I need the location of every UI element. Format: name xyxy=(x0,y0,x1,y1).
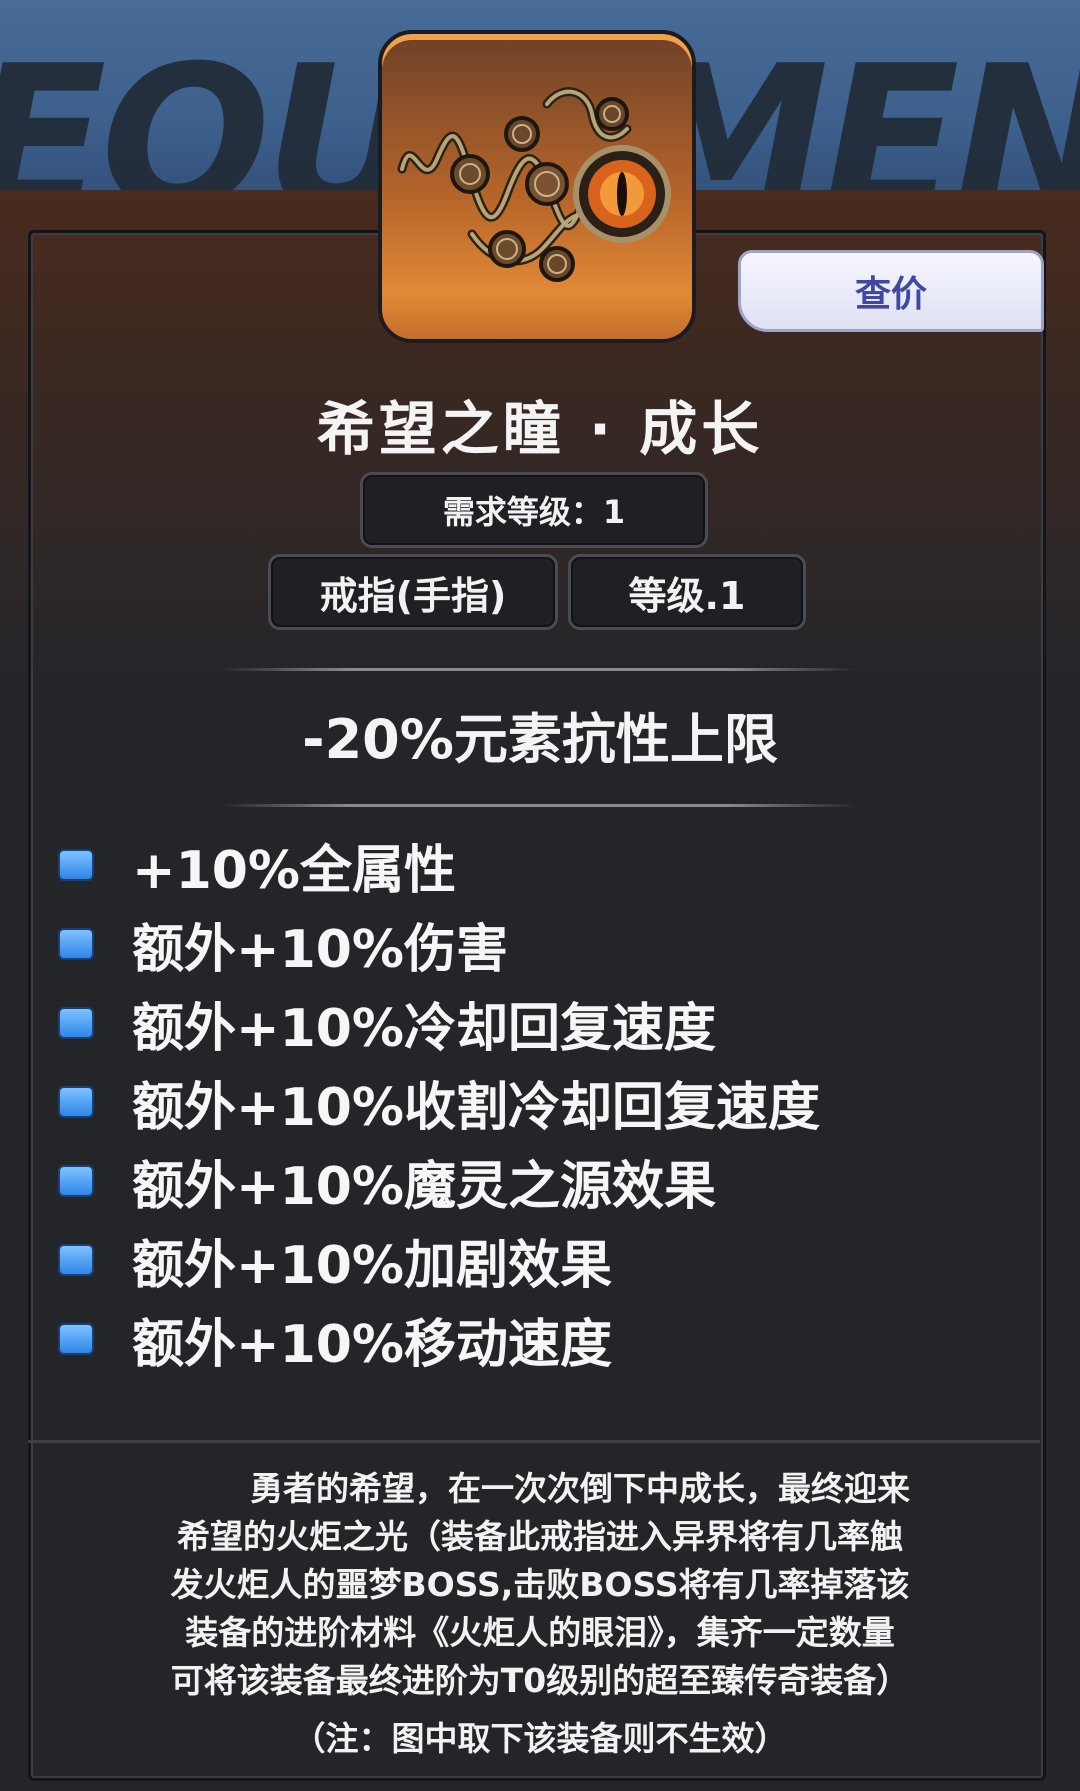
divider-top xyxy=(220,668,856,671)
description-line: 勇者的希望，在一次次倒下中成长，最终迎来 xyxy=(250,1469,910,1508)
item-icon-slot[interactable] xyxy=(378,30,696,343)
item-name: 希望之瞳 · 成长 xyxy=(316,395,764,463)
description-note: （注：图中取下该装备则不生效） xyxy=(292,1719,788,1758)
affix-row: +10%全属性 xyxy=(60,830,457,901)
slot-type-tag: 戒指(手指) xyxy=(268,554,558,630)
bullet-icon xyxy=(60,1088,92,1116)
item-level-tag: 等级.1 xyxy=(568,554,806,630)
price-check-button[interactable]: 查价 xyxy=(738,250,1044,332)
description-line: 装备的进阶材料《火炬人的眼泪》，集齐一定数量 xyxy=(185,1613,895,1652)
affix-text: 额外+10%收割冷却回复速度 xyxy=(132,1077,821,1138)
main-stat: -20%元素抗性上限 xyxy=(302,708,778,771)
bullet-icon xyxy=(60,1246,92,1274)
bullet-icon xyxy=(60,930,92,958)
affix-row: 额外+10%加剧效果 xyxy=(60,1225,613,1296)
bullet-icon xyxy=(60,1167,92,1195)
required-level-tag: 需求等级：1 xyxy=(360,472,708,548)
affix-row: 额外+10%魔灵之源效果 xyxy=(60,1146,717,1217)
affix-text: 额外+10%冷却回复速度 xyxy=(132,998,717,1059)
affix-row: 额外+10%收割冷却回复速度 xyxy=(60,1067,821,1138)
steampunk-ring-eye-icon xyxy=(397,87,671,282)
affix-text: 额外+10%魔灵之源效果 xyxy=(132,1156,717,1217)
affix-text: 额外+10%伤害 xyxy=(132,919,509,980)
bullet-icon xyxy=(60,851,92,879)
affix-text: 额外+10%移动速度 xyxy=(132,1314,613,1375)
affix-row: 额外+10%伤害 xyxy=(60,909,509,980)
description-line: 希望的火炬之光（装备此戒指进入异界将有几率触 xyxy=(177,1517,903,1556)
affix-text: +10%全属性 xyxy=(132,840,457,901)
bullet-icon xyxy=(60,1009,92,1037)
affix-row: 额外+10%冷却回复速度 xyxy=(60,988,717,1059)
description-line: 可将该装备最终进阶为T0级别的超至臻传奇装备） xyxy=(170,1661,910,1700)
affix-text: 额外+10%加剧效果 xyxy=(132,1235,613,1296)
bullet-icon xyxy=(60,1325,92,1353)
divider-middle xyxy=(220,804,856,807)
affix-row: 额外+10%移动速度 xyxy=(60,1304,613,1375)
description-line: 发火炬人的噩梦BOSS,击败BOSS将有几率掉落该 xyxy=(170,1565,910,1604)
